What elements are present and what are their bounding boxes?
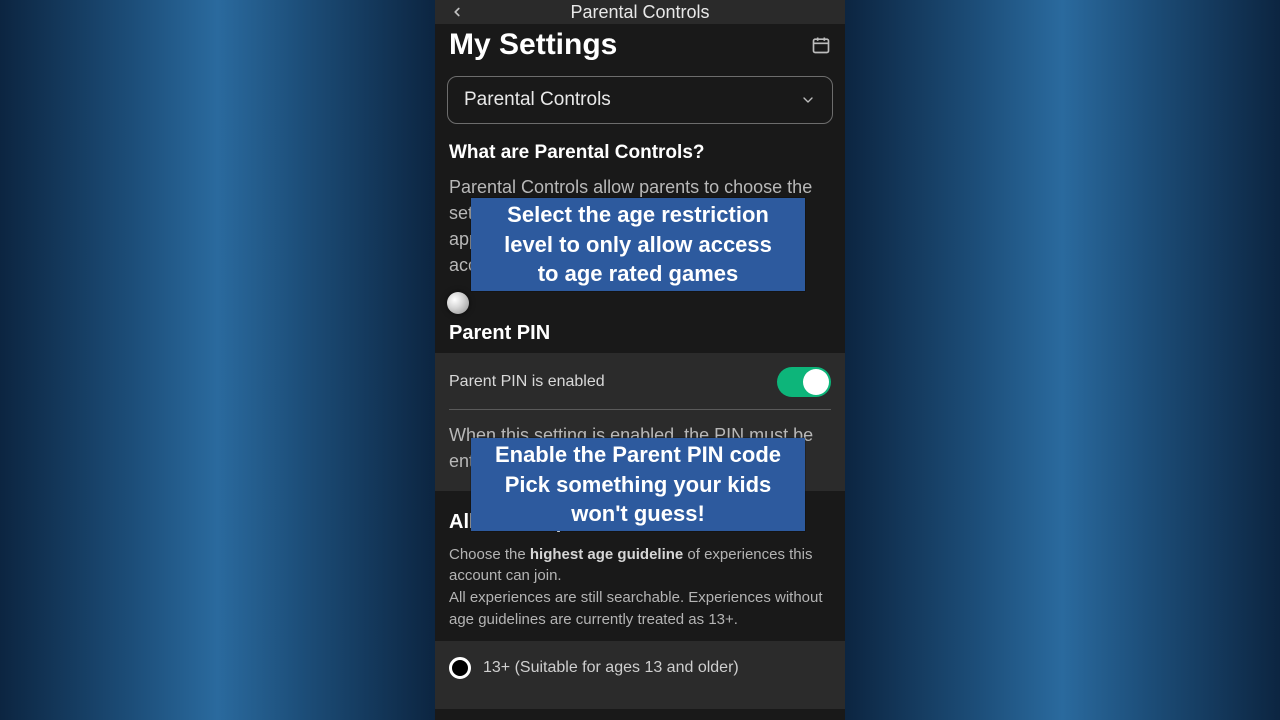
radio-icon — [449, 657, 471, 679]
calendar-icon[interactable] — [811, 35, 831, 55]
phone-frame: Parental Controls My Settings Parental C… — [435, 0, 845, 720]
parent-pin-toggle[interactable] — [777, 367, 831, 397]
overlay-caption-age-restriction: Select the age restriction level to only… — [471, 198, 805, 291]
divider — [449, 409, 831, 410]
chevron-down-icon — [800, 92, 816, 108]
parent-pin-toggle-row: Parent PIN is enabled — [449, 367, 831, 409]
navbar-title: Parental Controls — [435, 2, 845, 23]
page-header: My Settings — [435, 24, 845, 70]
allowed-experiences-description: Choose the highest age guideline of expe… — [435, 540, 845, 641]
background-panel-left — [0, 0, 435, 720]
intro-heading: What are Parental Controls? — [435, 138, 845, 174]
allowed-desc-prefix: Choose the — [449, 546, 530, 563]
toggle-knob — [803, 369, 829, 395]
dropdown-selected-label: Parental Controls — [464, 89, 611, 111]
age-option-13plus-label: 13+ (Suitable for ages 13 and older) — [483, 659, 739, 677]
allowed-desc-line2: All experiences are still searchable. Ex… — [449, 589, 823, 628]
background-panel-right — [845, 0, 1280, 720]
settings-category-dropdown[interactable]: Parental Controls — [447, 76, 833, 124]
navbar: Parental Controls — [435, 0, 845, 24]
overlay-caption-parent-pin: Enable the Parent PIN code Pick somethin… — [471, 438, 805, 531]
parent-pin-toggle-label: Parent PIN is enabled — [449, 373, 605, 391]
age-option-13plus[interactable]: 13+ (Suitable for ages 13 and older) — [435, 641, 845, 709]
allowed-desc-bold: highest age guideline — [530, 546, 683, 563]
cursor-indicator — [447, 292, 469, 314]
parent-pin-heading: Parent PIN — [435, 290, 845, 353]
page-title: My Settings — [449, 28, 617, 62]
